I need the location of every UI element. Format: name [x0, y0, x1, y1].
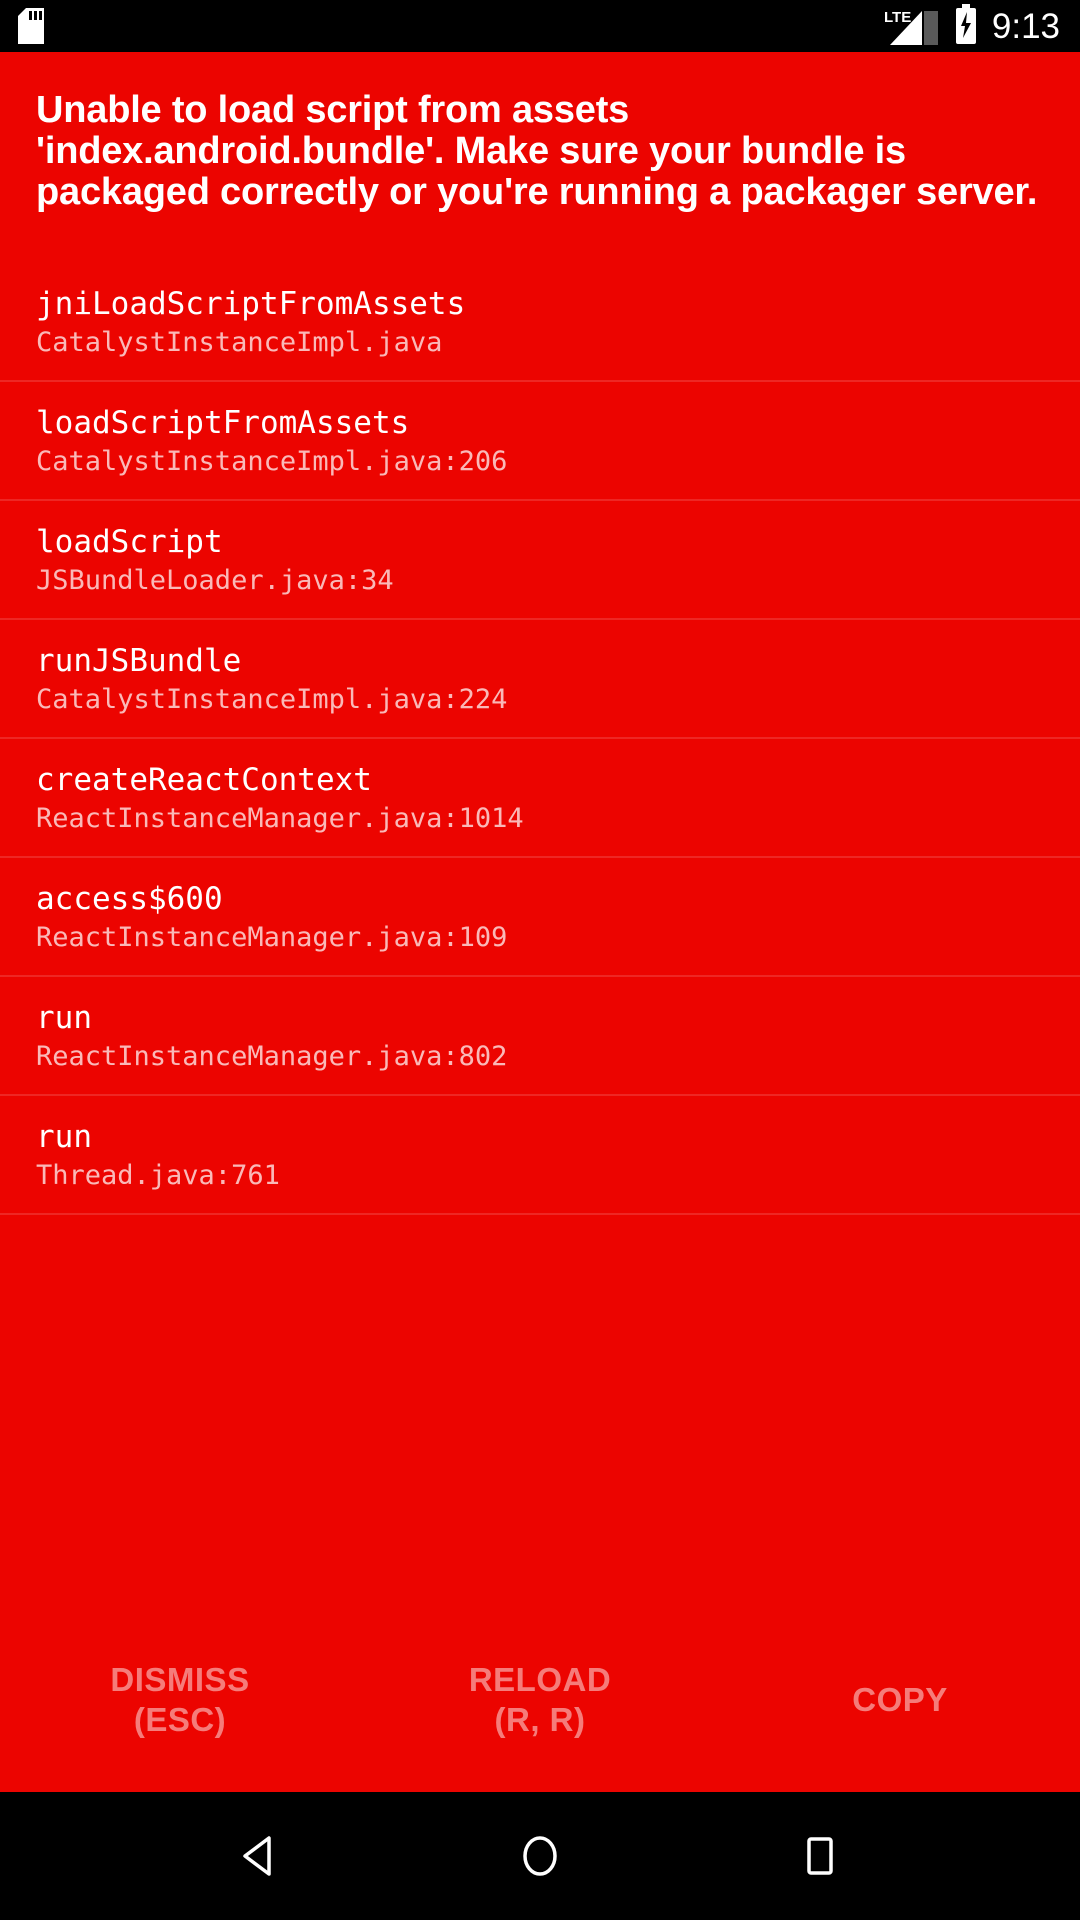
stack-frame-file: Thread.java:761 — [36, 1160, 280, 1191]
stack-frame-method: runJSBundle — [36, 643, 242, 679]
back-triangle-icon[interactable] — [215, 1811, 305, 1901]
signal-bars-icon: LTE — [882, 7, 944, 45]
stack-frame-row[interactable]: runJSBundle CatalystInstanceImpl.java:224 — [0, 620, 1080, 739]
action-button-label: DISMISS — [110, 1661, 250, 1698]
status-bar-right: LTE 9:13 — [882, 3, 1060, 49]
stack-frame-row[interactable]: access$600 ReactInstanceManager.java:109 — [0, 858, 1080, 977]
stack-frame-row[interactable]: jniLoadScriptFromAssets CatalystInstanceI… — [0, 263, 1080, 382]
action-button-hint: (R, R) — [494, 1701, 586, 1738]
stack-frame-file: ReactInstanceManager.java:109 — [36, 922, 508, 953]
stack-frame-method: run — [36, 1000, 92, 1036]
stack-frame-row[interactable]: run Thread.java:761 — [0, 1096, 1080, 1215]
stack-frame-file: CatalystInstanceImpl.java:206 — [36, 446, 508, 477]
stack-frame-method: access$600 — [36, 881, 223, 917]
action-button-label: RELOAD — [468, 1661, 612, 1698]
stack-frame-file: CatalystInstanceImpl.java — [36, 327, 443, 358]
status-bar: LTE 9:13 — [0, 0, 1080, 52]
stack-frame-method: jniLoadScriptFromAssets — [36, 286, 466, 322]
action-button-label: COPY — [852, 1681, 948, 1718]
android-navigation-bar — [0, 1792, 1080, 1920]
stack-frame-row[interactable]: run ReactInstanceManager.java:802 — [0, 977, 1080, 1096]
status-bar-clock: 9:13 — [991, 6, 1060, 46]
stack-frame-file: CatalystInstanceImpl.java:224 — [36, 684, 508, 715]
sd-card-icon — [18, 8, 44, 44]
stack-trace-list: jniLoadScriptFromAssets CatalystInstanceI… — [0, 263, 1080, 1215]
stack-frame-method: run — [36, 1119, 92, 1155]
stack-frame-file: ReactInstanceManager.java:1014 — [36, 803, 524, 834]
stack-frame-file: JSBundleLoader.java:34 — [36, 565, 394, 596]
stack-frame-row[interactable]: loadScript JSBundleLoader.java:34 — [0, 501, 1080, 620]
home-circle-icon[interactable] — [495, 1811, 585, 1901]
battery-charging-icon — [954, 3, 978, 49]
error-content: Unable to load script from assets 'index… — [0, 52, 1080, 1792]
action-button-dismiss[interactable]: DISMISS (ESC) — [0, 1652, 360, 1748]
stack-frame-file: ReactInstanceManager.java:802 — [36, 1041, 508, 1072]
redbox-error-screen: LTE 9:13 Unable to load script from asse… — [0, 0, 1080, 1920]
svg-text:LTE: LTE — [884, 9, 911, 26]
stack-frame-row[interactable]: loadScriptFromAssets CatalystInstanceImpl… — [0, 382, 1080, 501]
action-button-reload[interactable]: RELOAD (R, R) — [360, 1652, 720, 1748]
recents-square-icon[interactable] — [775, 1811, 865, 1901]
stack-frame-method: loadScript — [36, 524, 223, 560]
stack-frame-method: createReactContext — [36, 762, 372, 798]
action-button-hint: (ESC) — [133, 1701, 227, 1738]
status-bar-left — [18, 8, 44, 44]
action-button-bar: DISMISS (ESC) RELOAD (R, R) COPY — [0, 1652, 1080, 1792]
error-title: Unable to load script from assets 'index… — [36, 89, 1038, 213]
stack-frame-method: loadScriptFromAssets — [36, 405, 410, 441]
action-button-copy[interactable]: COPY — [720, 1652, 1080, 1748]
stack-frame-row[interactable]: createReactContext ReactInstanceManager.j… — [0, 739, 1080, 858]
